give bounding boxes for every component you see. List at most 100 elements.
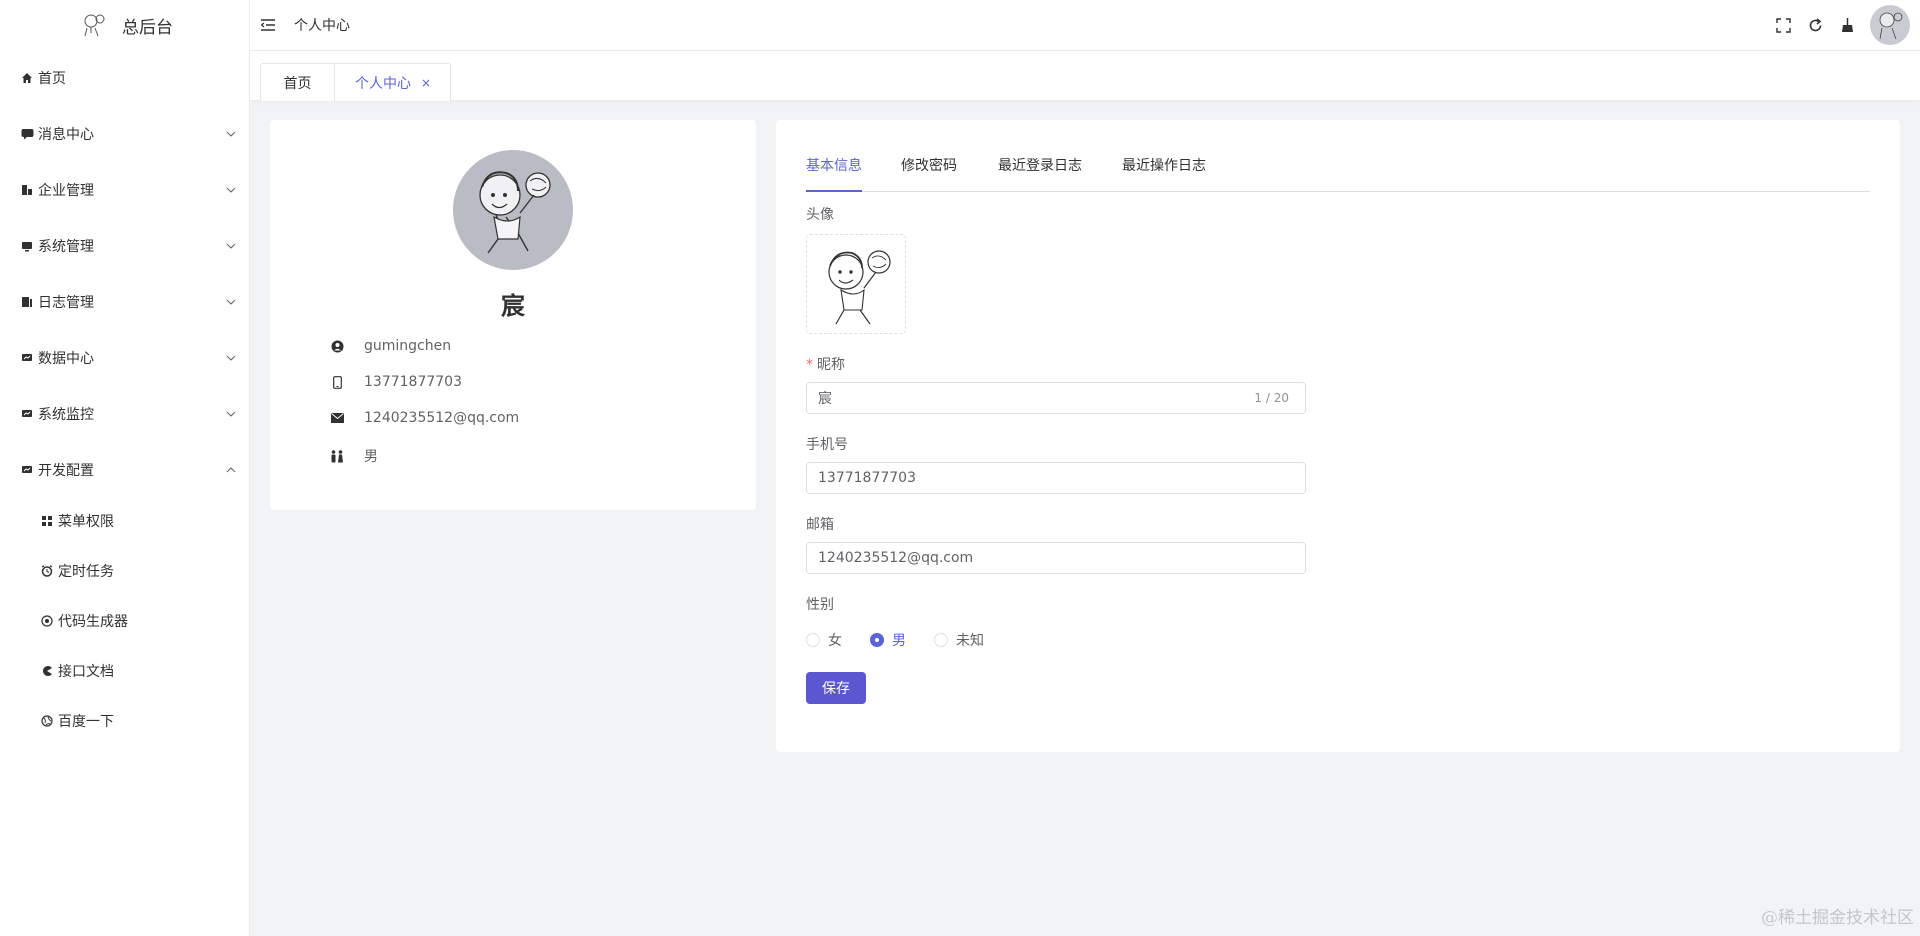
code-icon: [40, 614, 54, 628]
profile-email: 1240235512@qq.com: [364, 410, 520, 426]
nickname-input-value: 宸: [818, 391, 832, 407]
chevron-down-icon: [226, 355, 236, 361]
sidebar-item-label: 系统管理: [38, 239, 94, 255]
sidebar-item-label: 企业管理: [38, 183, 94, 199]
sidebar-subitem-label: 代码生成器: [58, 614, 128, 630]
profile-card: 宸 gumingchen 13771877703 1240235512@qq.c…: [270, 120, 756, 510]
tab-profile[interactable]: 个人中心 ×: [334, 63, 451, 101]
dev-config-icon: [20, 463, 34, 477]
radio-label: 女: [828, 633, 842, 649]
sidebar-subitem-label: 接口文档: [58, 664, 114, 680]
sidebar-item-message[interactable]: 消息中心: [0, 106, 249, 162]
sidebar-item-label: 开发配置: [38, 463, 94, 479]
sidebar-subitem-code-generator[interactable]: 代码生成器: [0, 596, 249, 646]
save-button[interactable]: 保存: [806, 672, 866, 704]
gender-radio-unknown[interactable]: 未知: [934, 630, 984, 650]
profile-email-row: 1240235512@qq.com: [330, 410, 519, 426]
logo[interactable]: 总后台: [0, 0, 249, 50]
mobile-phone-icon: [330, 375, 344, 389]
tab-home[interactable]: 首页: [260, 63, 335, 101]
tab-basic-info[interactable]: 基本信息: [806, 154, 862, 192]
tab-label: 个人中心: [355, 75, 411, 92]
sidebar-item-label: 首页: [38, 71, 66, 87]
nickname-char-count: 1 / 20: [1254, 391, 1289, 405]
watermark: @稀土掘金技术社区: [1761, 908, 1914, 928]
chevron-down-icon: [226, 411, 236, 417]
nickname-label-text: 昵称: [817, 357, 845, 373]
profile-gender: 男: [364, 449, 378, 465]
gender-icon: [330, 449, 344, 463]
sidebar-item-system[interactable]: 系统管理: [0, 218, 249, 274]
phone-input-value: 13771877703: [818, 470, 916, 486]
radio-circle: [806, 633, 820, 647]
radio-circle: [870, 633, 884, 647]
profile-gender-row: 男: [330, 446, 378, 466]
gender-radio-female[interactable]: 女: [806, 630, 842, 650]
menu-collapse-icon[interactable]: [258, 15, 278, 35]
email-input-value: 1240235512@qq.com: [818, 550, 974, 566]
phone-label: 手机号: [806, 437, 848, 453]
nickname-label: * 昵称: [806, 354, 845, 374]
sidebar-subitem-api-docs[interactable]: 接口文档: [0, 646, 249, 696]
sidebar-item-monitor[interactable]: 系统监控: [0, 386, 249, 442]
chevron-down-icon: [226, 131, 236, 137]
sidebar-item-data[interactable]: 数据中心: [0, 330, 249, 386]
sidebar-item-enterprise[interactable]: 企业管理: [0, 162, 249, 218]
gender-label: 性别: [806, 597, 834, 613]
sidebar-item-dev-config[interactable]: 开发配置: [0, 442, 249, 498]
phone-input[interactable]: 13771877703: [806, 462, 1306, 494]
tab-login-logs[interactable]: 最近登录日志: [998, 154, 1082, 192]
sidebar-item-label: 数据中心: [38, 351, 94, 367]
top-header: 个人中心: [250, 0, 1920, 50]
sidebar-subitem-label: 定时任务: [58, 564, 114, 580]
chevron-down-icon: [226, 243, 236, 249]
pacman-icon: [40, 664, 54, 678]
sidebar-item-label: 系统监控: [38, 407, 94, 423]
required-asterisk: *: [806, 357, 813, 373]
profile-username-row: gumingchen: [330, 338, 451, 354]
chevron-up-icon: [226, 467, 236, 473]
user-circle-icon: [330, 339, 344, 353]
sidebar: 总后台 首页 消息中心 企业管理 系统管理 日志管理 数据中心 系统监控 开发配…: [0, 0, 250, 936]
log-icon: [20, 295, 34, 309]
profile-username: gumingchen: [364, 338, 452, 354]
alarm-icon: [40, 564, 54, 578]
home-icon: [20, 71, 34, 85]
profile-phone-row: 13771877703: [330, 374, 462, 390]
sidebar-subitem-label: 百度一下: [58, 714, 114, 730]
profile-nickname: 宸: [501, 292, 525, 320]
tab-change-password[interactable]: 修改密码: [901, 154, 957, 192]
sidebar-item-log[interactable]: 日志管理: [0, 274, 249, 330]
refresh-icon[interactable]: [1806, 16, 1824, 34]
fullscreen-icon[interactable]: [1774, 16, 1792, 34]
monitor-icon: [20, 407, 34, 421]
chevron-down-icon: [226, 187, 236, 193]
gender-radio-group: 女 男 未知: [806, 630, 984, 650]
tab-label: 首页: [283, 75, 312, 92]
profile-form-card: 基本信息 修改密码 最近登录日志 最近操作日志 头像 * 昵称 宸 1 / 20 …: [776, 120, 1900, 752]
user-avatar[interactable]: [1870, 5, 1910, 45]
sidebar-item-home[interactable]: 首页: [0, 50, 249, 106]
avatar-preview: [828, 250, 891, 325]
email-label: 邮箱: [806, 517, 834, 533]
nickname-input[interactable]: 宸 1 / 20: [806, 382, 1306, 414]
sidebar-subitem-scheduled-task[interactable]: 定时任务: [0, 546, 249, 596]
tab-operation-logs[interactable]: 最近操作日志: [1122, 154, 1206, 192]
gender-radio-male[interactable]: 男: [870, 630, 906, 650]
sidebar-subitem-baidu[interactable]: 百度一下: [0, 696, 249, 746]
sidebar-subitem-label: 菜单权限: [58, 514, 114, 530]
email-input[interactable]: 1240235512@qq.com: [806, 542, 1306, 574]
avatar-uploader[interactable]: [806, 234, 906, 334]
avatar-label: 头像: [806, 207, 834, 223]
sidebar-item-label: 消息中心: [38, 127, 94, 143]
globe-icon: [40, 714, 54, 728]
radio-circle: [934, 633, 948, 647]
sidebar-subitem-menu-permission[interactable]: 菜单权限: [0, 496, 249, 546]
message-icon: [20, 127, 34, 141]
logo-avatar-icon: [76, 8, 110, 42]
form-tabs: 基本信息 修改密码 最近登录日志 最近操作日志: [806, 154, 1870, 192]
enterprise-icon: [20, 183, 34, 197]
clear-cache-icon[interactable]: [1838, 16, 1856, 34]
profile-phone: 13771877703: [364, 374, 462, 390]
close-icon[interactable]: ×: [421, 76, 431, 90]
